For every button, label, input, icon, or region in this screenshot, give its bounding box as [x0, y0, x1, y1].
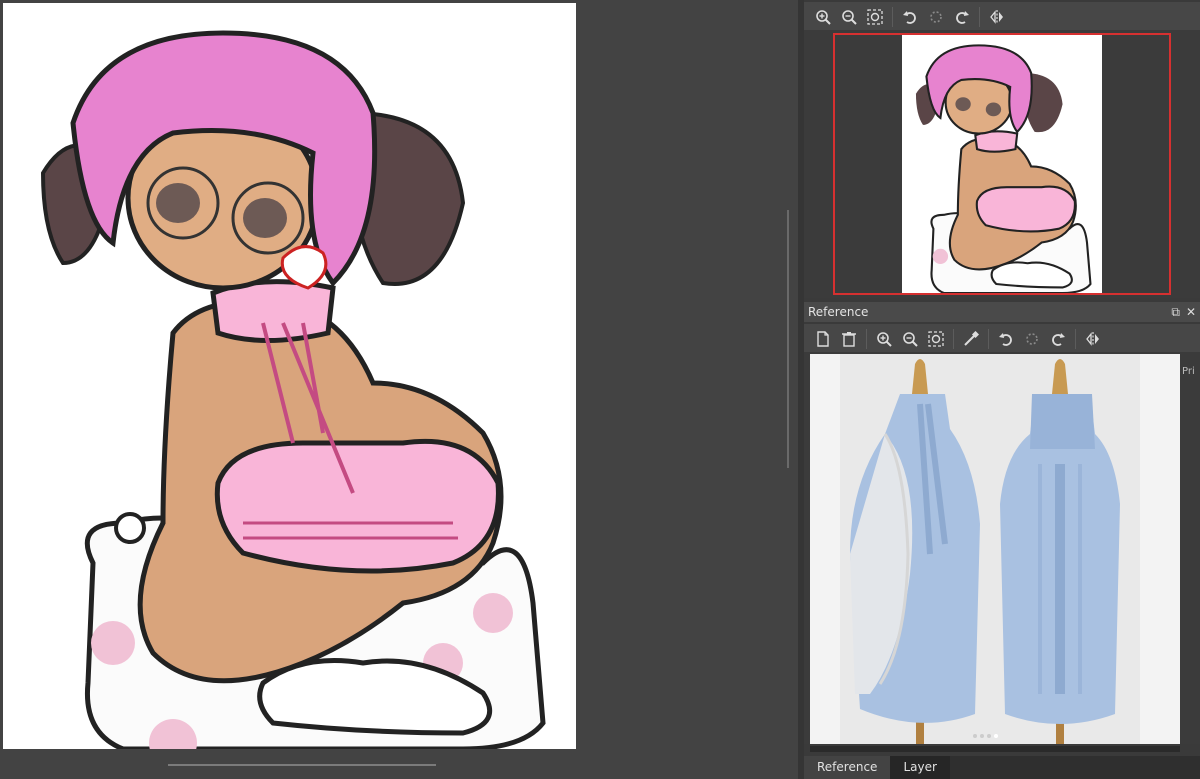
rotate-right-icon: [1052, 333, 1065, 346]
rotate-reset-button[interactable]: [923, 5, 949, 29]
reference-zoom-in-button[interactable]: [871, 327, 897, 351]
reference-rotate-reset-button[interactable]: [1019, 327, 1045, 351]
zoom-fit-icon: [928, 331, 944, 347]
canvas-vertical-scrollbar[interactable]: [787, 210, 789, 468]
flip-horizontal-button[interactable]: [984, 5, 1010, 29]
rotate-left-icon: [903, 11, 916, 24]
rotate-left-button[interactable]: [897, 5, 923, 29]
navigator-panel[interactable]: [804, 30, 1200, 298]
reference-zoom-fit-button[interactable]: [923, 327, 949, 351]
close-icon[interactable]: ✕: [1186, 302, 1196, 322]
reference-toolbar: [804, 324, 1200, 354]
navigator-view-frame[interactable]: [833, 33, 1171, 295]
reference-photo: [810, 354, 1180, 744]
reference-flip-button[interactable]: [1080, 327, 1106, 351]
navigator-toolbar: [804, 2, 1200, 32]
new-file-icon: [817, 331, 829, 347]
zoom-in-button[interactable]: [810, 5, 836, 29]
drawing-canvas-area[interactable]: [0, 0, 790, 779]
reference-panel-title: Reference: [808, 305, 869, 319]
artwork-illustration: [40, 30, 546, 749]
zoom-fit-icon: [867, 9, 883, 25]
reference-horizontal-scrollbar[interactable]: [810, 746, 1180, 752]
sweater-reference-illustration: [810, 354, 1180, 744]
undock-icon[interactable]: ⧉: [1171, 302, 1180, 322]
panel-tabs: Reference Layer: [804, 756, 1200, 779]
tab-reference[interactable]: Reference: [804, 756, 891, 779]
reference-rotate-right-button[interactable]: [1045, 327, 1071, 351]
canvas-horizontal-scrollbar[interactable]: [168, 764, 436, 766]
rotate-reset-icon: [930, 11, 942, 23]
reference-zoom-out-button[interactable]: [897, 327, 923, 351]
tab-layer[interactable]: Layer: [890, 756, 950, 779]
rotate-right-icon: [956, 11, 969, 24]
zoom-out-button[interactable]: [836, 5, 862, 29]
zoom-fit-button[interactable]: [862, 5, 888, 29]
new-reference-button[interactable]: [810, 327, 836, 351]
zoom-in-icon: [816, 10, 831, 25]
zoom-out-icon: [903, 332, 918, 347]
rotate-reset-icon: [1026, 333, 1038, 345]
reference-image-view[interactable]: Pri: [804, 352, 1200, 744]
eyedropper-icon: [964, 331, 979, 346]
reference-side-label: Pri: [1182, 366, 1195, 377]
flip-horizontal-icon: [990, 10, 1003, 24]
trash-icon: [842, 332, 856, 347]
eyedropper-button[interactable]: [958, 327, 984, 351]
zoom-out-icon: [842, 10, 857, 25]
reference-panel-header: Reference ⧉ ✕: [804, 302, 1200, 322]
flip-horizontal-icon: [1086, 332, 1099, 346]
reference-rotate-left-button[interactable]: [993, 327, 1019, 351]
right-panel: Reference ⧉ ✕ Pri Reference Layer: [804, 0, 1200, 779]
delete-reference-button[interactable]: [836, 327, 862, 351]
rotate-right-button[interactable]: [949, 5, 975, 29]
rotate-left-icon: [999, 333, 1012, 346]
zoom-in-icon: [877, 332, 892, 347]
canvas-artwork[interactable]: [3, 3, 576, 749]
